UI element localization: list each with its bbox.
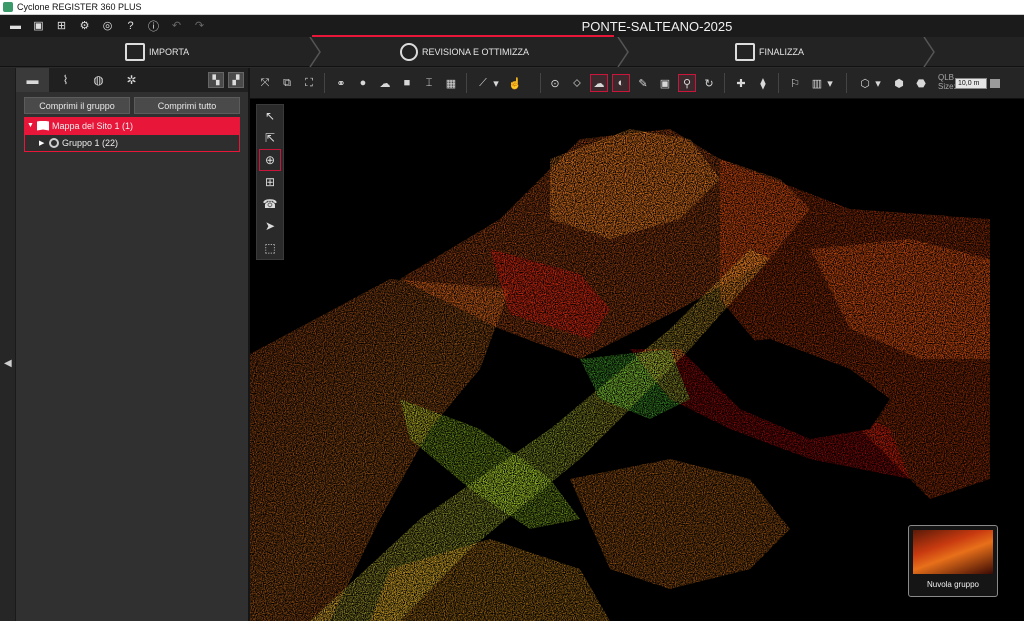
navigation-tools: ↖ ⇱ ⊕ ⊞ ☎ ➤ ⬚ [256, 104, 284, 260]
expand-icon[interactable]: ▶ [39, 139, 49, 147]
toolbar-separator [466, 73, 467, 93]
viewer-toolbar: ⤧ ⧉ ⛶ ⚭ ● ☁ ■ ⌶ ▦ ⟋ ▾ ☝ ⊙ ⬦ ☁ ◐ ✎ ▣ ⚲ ↻ … [250, 68, 1024, 99]
attachment-icon[interactable]: ⌇ [49, 68, 82, 92]
ruler-icon[interactable]: ⟋ [474, 74, 492, 92]
workflow-step-label: REVISIONA E OTTIMIZZA [422, 47, 530, 57]
copy-view-icon[interactable]: ⧉ [278, 74, 296, 92]
workflow-step-import[interactable]: IMPORTA [125, 37, 189, 67]
app-title: Cyclone REGISTER 360 PLUS [17, 2, 142, 12]
chevron-down-icon[interactable]: ▾ [826, 74, 834, 92]
location-pin-icon[interactable]: ⚲ [678, 74, 696, 92]
import-icon [125, 43, 145, 61]
limit-box-icon[interactable]: ⌶ [420, 74, 438, 92]
workflow-chevron [923, 37, 935, 67]
project-title: PONTE-SALTEANO-2025 [581, 19, 733, 34]
chevron-down-icon[interactable]: ▾ [492, 74, 500, 92]
panel-collapse-strip[interactable]: ◀ [0, 68, 16, 621]
collapse-all-button[interactable]: Comprimi tutto [134, 97, 240, 114]
panel-tabs: ▬ ⌇ ◍ ✲ ▚ ▞ [16, 68, 248, 92]
zoom-fit-icon[interactable]: ⛶ [300, 74, 318, 92]
layers-icon[interactable]: ⧫ [754, 74, 772, 92]
walk-icon[interactable]: ⚐ [786, 74, 804, 92]
toolbar-separator [540, 73, 541, 93]
map-list-icon[interactable]: ▞ [228, 72, 244, 88]
chevron-down-icon[interactable]: ▾ [874, 74, 882, 92]
pointer-hand-icon[interactable]: ☝ [506, 74, 524, 92]
project-tree: ▼ Mappa del Sito 1 (1) ▶ Gruppo 1 (22) [24, 117, 240, 152]
pencil-icon[interactable]: ✎ [634, 74, 652, 92]
tree-item-group[interactable]: ▶ Gruppo 1 (22) [24, 134, 240, 152]
site-map-icon [37, 120, 49, 131]
qlb-label: QLB [938, 73, 955, 82]
chevron-left-icon[interactable]: ◀ [4, 358, 12, 369]
size-label: Size: [938, 82, 956, 91]
multi-select-icon[interactable]: ⇱ [257, 127, 283, 149]
add-point-icon[interactable]: ✚ [732, 74, 750, 92]
globe-icon[interactable]: ◍ [82, 68, 115, 92]
folder-icon[interactable]: ▬ [16, 68, 49, 92]
pan-icon[interactable]: ⊞ [257, 171, 283, 193]
camera-icon[interactable]: ▣ [656, 74, 674, 92]
workflow-chevron [617, 37, 629, 67]
walk-mode-icon[interactable]: ☎ [257, 193, 283, 215]
toolbar-separator [324, 73, 325, 93]
tree-item-label: Gruppo 1 (22) [62, 138, 119, 148]
toolbar-separator [846, 73, 847, 93]
cube-settings-icon[interactable]: ⬢ [890, 74, 908, 92]
workflow-step-finalize[interactable]: FINALIZZA [735, 37, 804, 67]
group-icon [49, 138, 59, 148]
recycle-icon[interactable]: ↻ [700, 74, 718, 92]
target-icon[interactable]: ⊙ [546, 74, 564, 92]
workflow-chevron [309, 37, 321, 67]
box-icon[interactable]: ■ [398, 74, 416, 92]
group-cloud-thumbnail[interactable]: Nuvola gruppo [908, 525, 998, 597]
finalize-icon [735, 43, 755, 61]
orbit-icon[interactable]: ⊕ [259, 149, 281, 171]
cube-icon[interactable]: ⬚ [257, 237, 283, 259]
color-mode-icon[interactable]: ◐ [612, 74, 630, 92]
qlb-size-input[interactable]: 10,0 m [955, 78, 987, 89]
qlb-size-label: QLB Size: [938, 73, 956, 91]
toolbar-separator [778, 73, 779, 93]
bundle-icon[interactable]: ✲ [115, 68, 148, 92]
title-bar: Cyclone REGISTER 360 PLUS [0, 0, 1024, 15]
fly-icon[interactable]: ➤ [257, 215, 283, 237]
workflow-step-label: IMPORTA [149, 47, 190, 57]
link-setups-icon[interactable]: ⚭ [332, 74, 350, 92]
review-icon [400, 43, 418, 61]
tree-item-site-map[interactable]: ▼ Mappa del Sito 1 (1) [24, 117, 240, 134]
expand-icon[interactable]: ▼ [27, 122, 37, 129]
cloud-icon[interactable]: ☁ [376, 74, 394, 92]
workflow-step-review[interactable]: REVISIONA E OTTIMIZZA [400, 37, 529, 67]
select-setups-icon[interactable]: ⤧ [256, 74, 274, 92]
workflow-step-label: FINALIZZA [759, 47, 805, 57]
workflow-bar: IMPORTA REVISIONA E OTTIMIZZA FINALIZZA [0, 37, 1024, 67]
map-view-icon[interactable]: ▚ [208, 72, 224, 88]
cube-view-icon[interactable]: ⬡ [856, 74, 874, 92]
tree-item-label: Mappa del Sito 1 (1) [52, 120, 134, 131]
sphere-icon[interactable]: ● [354, 74, 372, 92]
thumbnail-image [913, 530, 993, 574]
collapse-group-button[interactable]: Comprimi il gruppo [24, 97, 130, 114]
tag-icon[interactable]: ⬦ [568, 74, 586, 92]
grid-icon[interactable]: ▥ [808, 74, 826, 92]
panel-buttons: Comprimi il gruppo Comprimi tutto [24, 97, 240, 114]
qlb-size-slider[interactable] [990, 79, 1000, 88]
select-arrow-icon[interactable]: ↖ [257, 105, 283, 127]
measure-cube-icon[interactable]: ⬣ [912, 74, 930, 92]
thumbnail-caption: Nuvola gruppo [926, 580, 980, 589]
menu-bar: ▬ ▣ ⊞ ⚙ ◎ ? ⓘ ↶ ↷ PONTE-SALTEANO-2025 [0, 15, 1024, 37]
cloud-display-icon[interactable]: ☁ [590, 74, 608, 92]
app-logo-icon [3, 2, 13, 12]
toolbar-separator [724, 73, 725, 93]
image-icon[interactable]: ▦ [442, 74, 460, 92]
